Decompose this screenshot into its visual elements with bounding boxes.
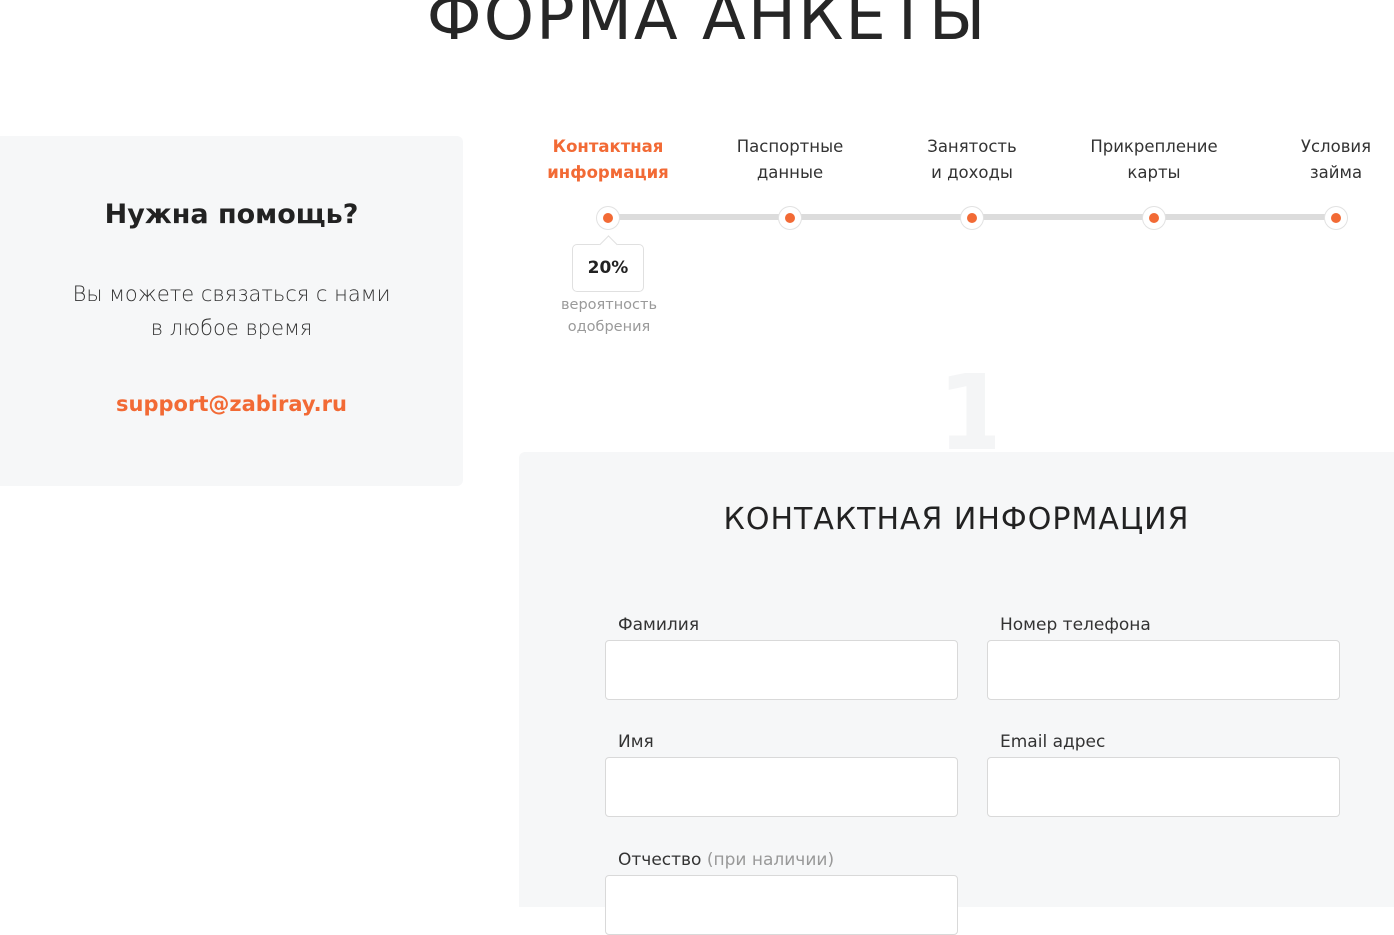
step-contact-info[interactable]: Контактная информация bbox=[528, 134, 688, 229]
first-name-input[interactable] bbox=[605, 757, 958, 817]
last-name-label: Фамилия bbox=[618, 615, 700, 635]
step-label-line1: Занятость bbox=[927, 137, 1017, 156]
step-label-line1: Контактная bbox=[552, 137, 664, 156]
form-title: КОНТАКТНАЯ ИНФОРМАЦИЯ bbox=[723, 502, 1190, 537]
step-label-line1: Условия bbox=[1300, 137, 1372, 156]
step-label: Условия займа bbox=[1256, 134, 1394, 186]
caption-line2: одобрения bbox=[567, 319, 651, 335]
step-label-line2: карты bbox=[1127, 163, 1181, 182]
step-label-line2: займа bbox=[1309, 163, 1363, 182]
phone-label: Номер телефона bbox=[1000, 615, 1151, 635]
phone-input[interactable] bbox=[987, 640, 1340, 700]
approval-probability-caption: вероятность одобрения bbox=[550, 294, 668, 338]
first-name-label: Имя bbox=[618, 732, 654, 752]
step-dot bbox=[1325, 207, 1347, 229]
step-loan-terms[interactable]: Условия займа bbox=[1256, 134, 1394, 229]
patronymic-label: Отчество (при наличии) bbox=[618, 850, 834, 870]
step-label: Занятость и доходы bbox=[892, 134, 1052, 186]
patronymic-label-text: Отчество bbox=[618, 850, 702, 870]
page-title: ФОРМА АНКЕТЫ bbox=[426, 0, 988, 55]
step-dot bbox=[961, 207, 983, 229]
step-label-line1: Паспортные bbox=[736, 137, 844, 156]
step-dot bbox=[1143, 207, 1165, 229]
step-label: Паспортные данные bbox=[710, 134, 870, 186]
step-dot bbox=[597, 207, 619, 229]
last-name-input[interactable] bbox=[605, 640, 958, 700]
step-label: Контактная информация bbox=[528, 134, 688, 186]
email-input[interactable] bbox=[987, 757, 1340, 817]
contact-form-card: КОНТАКТНАЯ ИНФОРМАЦИЯ Фамилия Номер теле… bbox=[519, 452, 1394, 935]
step-label-line2: данные bbox=[756, 163, 824, 182]
step-card-binding[interactable]: Прикрепление карты bbox=[1074, 134, 1234, 229]
step-label-line1: Прикрепление bbox=[1090, 137, 1218, 156]
step-employment-income[interactable]: Занятость и доходы bbox=[892, 134, 1052, 229]
email-label: Email адрес bbox=[1000, 732, 1106, 752]
step-label: Прикрепление карты bbox=[1074, 134, 1234, 186]
help-text-line2: в любое время bbox=[150, 316, 313, 340]
support-email-link[interactable]: support@zabiray.ru bbox=[0, 392, 463, 416]
step-label-line2: и доходы bbox=[931, 163, 1013, 182]
help-card: Нужна помощь? Вы можете связаться с нами… bbox=[0, 136, 463, 486]
step-passport-data[interactable]: Паспортные данные bbox=[710, 134, 870, 229]
step-label-line2: информация bbox=[547, 163, 669, 182]
patronymic-label-note: (при наличии) bbox=[706, 850, 835, 870]
help-text-line1: Вы можете связаться с нами bbox=[72, 282, 391, 306]
help-title: Нужна помощь? bbox=[104, 199, 359, 230]
patronymic-input[interactable] bbox=[605, 875, 958, 935]
step-dot bbox=[779, 207, 801, 229]
step-number-watermark: 1 bbox=[937, 373, 995, 453]
approval-probability-badge: 20% bbox=[572, 244, 644, 292]
caption-line1: вероятность bbox=[560, 297, 658, 313]
help-text: Вы можете связаться с нами в любое время bbox=[0, 277, 463, 345]
